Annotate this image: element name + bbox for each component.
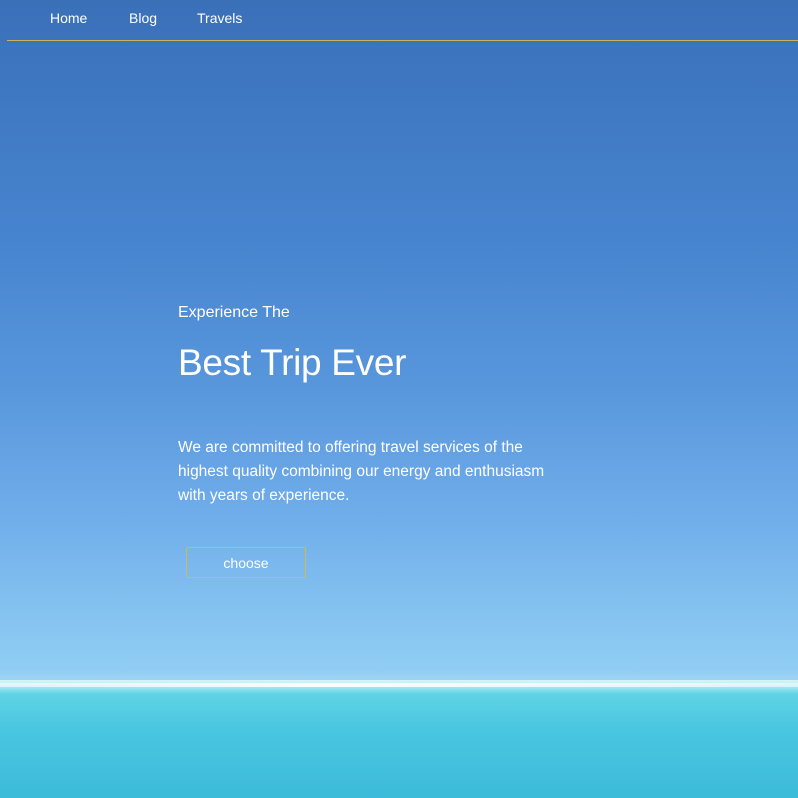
nav-link-travels[interactable]: Travels <box>197 10 242 26</box>
hero-eyebrow: Experience The <box>178 304 290 321</box>
horizon-sandbar <box>0 683 798 687</box>
nav-link-blog[interactable]: Blog <box>129 10 157 26</box>
nav-link-home[interactable]: Home <box>50 10 87 26</box>
hero-headline: Best Trip Ever <box>178 342 407 383</box>
choose-button[interactable]: choose <box>186 547 306 578</box>
top-navigation: Home Blog Travels <box>7 0 798 41</box>
hero-description: We are committed to offering travel serv… <box>178 439 545 504</box>
hero-background <box>0 0 798 798</box>
sea-image <box>0 680 798 798</box>
